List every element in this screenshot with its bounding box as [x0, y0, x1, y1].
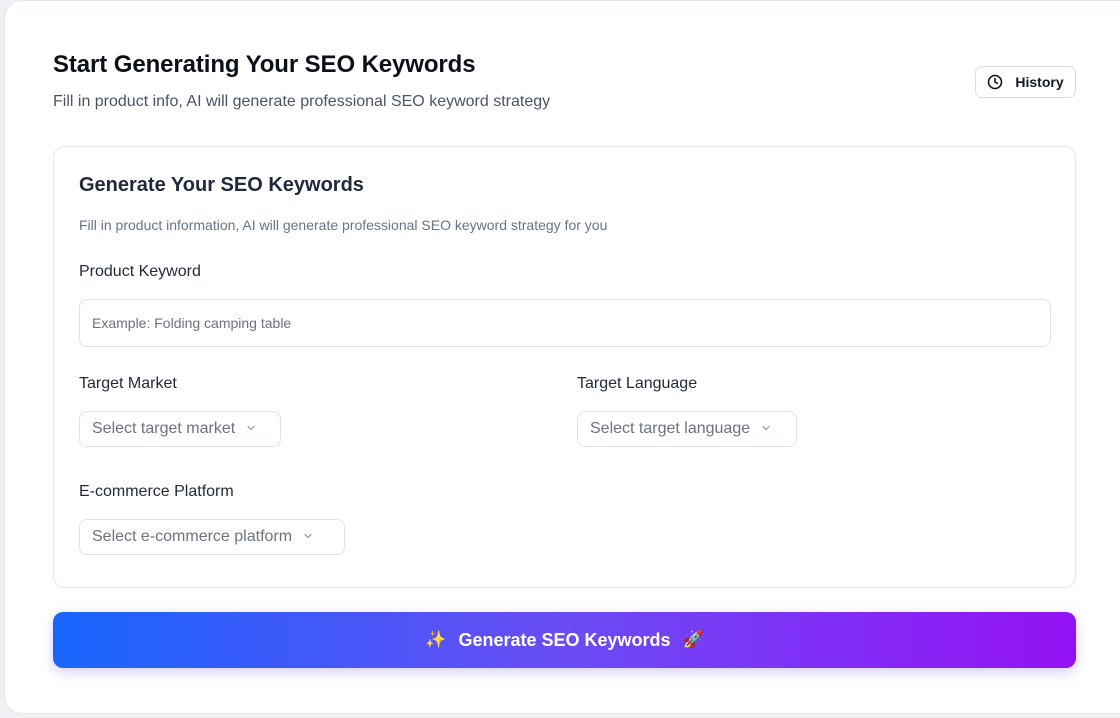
- product-keyword-label: Product Keyword: [79, 263, 201, 280]
- generate-seo-keywords-button[interactable]: ✨ Generate SEO Keywords 🚀: [53, 612, 1076, 668]
- platform-select[interactable]: Select e-commerce platform: [79, 519, 345, 555]
- target-language-select-value: Select target language: [590, 420, 751, 437]
- product-keyword-input[interactable]: [79, 299, 1051, 347]
- page-card: Start Generating Your SEO Keywords Fill …: [4, 0, 1120, 714]
- history-button-label: History: [1015, 74, 1064, 90]
- chevron-down-icon: [245, 421, 257, 439]
- generate-button-label: Generate SEO Keywords: [458, 629, 671, 650]
- keyword-form-card: Generate Your SEO Keywords Fill in produ…: [53, 146, 1076, 588]
- platform-select-value: Select e-commerce platform: [92, 528, 293, 545]
- form-title: Generate Your SEO Keywords: [79, 174, 364, 196]
- target-market-select[interactable]: Select target market: [79, 411, 281, 447]
- page-title: Start Generating Your SEO Keywords: [53, 51, 476, 78]
- history-button[interactable]: History: [975, 66, 1076, 98]
- rocket-icon: 🚀: [682, 630, 704, 649]
- chevron-down-icon: [302, 529, 314, 547]
- clock-icon: [987, 74, 1003, 90]
- chevron-down-icon: [760, 421, 772, 439]
- platform-label: E-commerce Platform: [79, 483, 234, 500]
- target-market-select-value: Select target market: [92, 420, 236, 437]
- page-subtitle: Fill in product info, AI will generate p…: [53, 93, 551, 110]
- form-description: Fill in product information, AI will gen…: [79, 217, 608, 233]
- target-language-label: Target Language: [577, 375, 698, 392]
- target-market-label: Target Market: [79, 375, 177, 392]
- target-language-select[interactable]: Select target language: [577, 411, 797, 447]
- sparkles-icon: ✨: [425, 630, 447, 649]
